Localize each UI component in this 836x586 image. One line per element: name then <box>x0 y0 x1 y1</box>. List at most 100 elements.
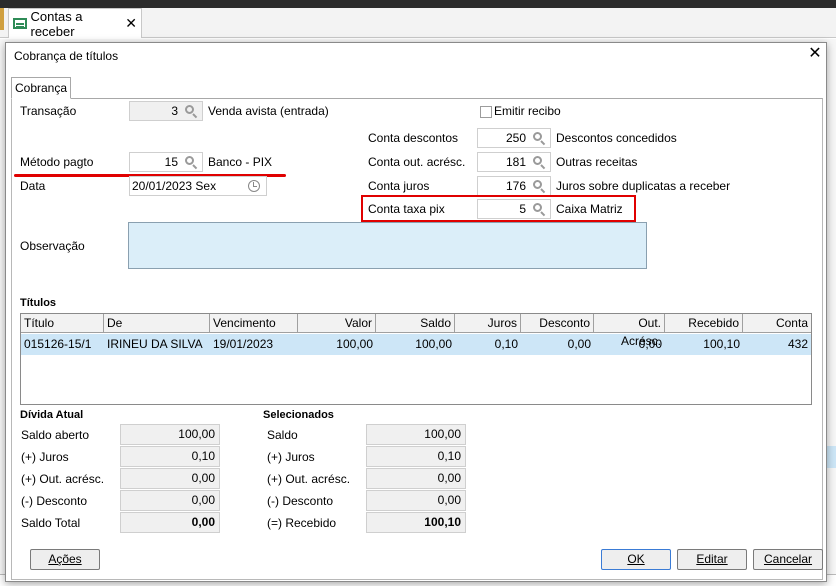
col-header-out-acresc[interactable]: Out. Acrésc. <box>594 314 665 348</box>
saldo-total-value: 0,00 <box>120 512 220 533</box>
col-header-saldo[interactable]: Saldo <box>376 314 455 333</box>
metodo-pagto-value: 15 <box>164 155 178 169</box>
sel-recebido-label: (=) Recebido <box>267 516 337 530</box>
conta-juros-desc: Juros sobre duplicatas a receber <box>556 179 731 193</box>
conta-out-acresc-label: Conta out. acrésc. <box>368 155 466 169</box>
search-icon[interactable] <box>532 202 546 217</box>
cell-saldo: 100,00 <box>415 337 452 351</box>
sel-saldo-label: Saldo <box>267 428 298 442</box>
data-value: 20/01/2023 Sex <box>132 179 217 193</box>
close-dialog-icon[interactable]: ✕ <box>806 45 824 63</box>
cancelar-button-label: Cancelar <box>763 552 813 566</box>
divida-out-acresc-label: (+) Out. acrésc. <box>21 472 105 486</box>
col-header-de[interactable]: De <box>104 314 210 333</box>
observacao-field[interactable] <box>128 222 647 269</box>
search-icon[interactable] <box>532 155 546 170</box>
cell-vencimento: 19/01/2023 <box>213 337 274 351</box>
col-header-titulo[interactable]: Título <box>21 314 104 333</box>
col-header-conta[interactable]: Conta <box>743 314 811 333</box>
cell-juros: 0,10 <box>494 337 518 351</box>
background-selected-row <box>826 446 836 468</box>
divida-juros-label: (+) Juros <box>21 450 69 464</box>
sel-desconto-label: (-) Desconto <box>267 494 334 508</box>
tab-cobranca[interactable]: Cobrança <box>11 77 71 99</box>
cobranca-dialog: Cobrança de títulos ✕ Cobrança Transação… <box>5 42 827 582</box>
tab-contas-a-receber[interactable]: Contas a receber ✕ <box>8 8 142 39</box>
acoes-button-label: Ações <box>48 552 82 566</box>
transacao-label: Transação <box>20 104 77 118</box>
top-bar <box>0 0 836 8</box>
sel-juros-value: 0,10 <box>366 446 466 467</box>
conta-juros-label: Conta juros <box>368 179 430 193</box>
editar-button-label: Editar <box>696 552 728 566</box>
emitir-recibo-checkbox[interactable] <box>480 106 492 118</box>
conta-descontos-value: 250 <box>505 131 526 145</box>
col-header-valor[interactable]: Valor <box>298 314 376 333</box>
conta-out-acresc-desc: Outras receitas <box>556 155 638 169</box>
cell-out-acresc: 0,00 <box>638 337 662 351</box>
col-header-juros[interactable]: Juros <box>455 314 521 333</box>
search-icon[interactable] <box>532 131 546 146</box>
acoes-button[interactable]: Ações <box>30 549 100 570</box>
conta-descontos-label: Conta descontos <box>368 131 459 145</box>
conta-out-acresc-field[interactable]: 181 <box>477 152 551 172</box>
tab-label: Contas a receber <box>30 8 83 39</box>
divida-atual-heading: Dívida Atual <box>20 409 84 421</box>
metodo-pagto-desc: Banco - PIX <box>208 155 273 169</box>
data-field[interactable]: 20/01/2023 Sex <box>129 176 267 196</box>
conta-taxa-pix-desc: Caixa Matriz <box>556 202 623 216</box>
spreadsheet-icon <box>13 18 27 29</box>
saldo-aberto-label: Saldo aberto <box>21 428 90 442</box>
titulos-table: Título De Vencimento Valor Saldo Juros D… <box>20 313 812 405</box>
cell-titulo: 015126-15/1 <box>24 337 92 351</box>
conta-descontos-desc: Descontos concedidos <box>556 131 677 145</box>
col-header-vencimento[interactable]: Vencimento <box>210 314 298 333</box>
cell-conta: 432 <box>787 337 808 351</box>
titulos-heading: Títulos <box>20 297 57 309</box>
saldo-aberto-value: 100,00 <box>120 424 220 445</box>
sel-out-acresc-label: (+) Out. acrésc. <box>267 472 351 486</box>
metodo-pagto-field[interactable]: 15 <box>129 152 203 172</box>
search-icon[interactable] <box>532 179 546 194</box>
conta-descontos-field[interactable]: 250 <box>477 128 551 148</box>
cell-recebido: 100,10 <box>703 337 740 351</box>
divida-out-acresc-value: 0,00 <box>120 468 220 489</box>
close-tab-icon[interactable]: ✕ <box>125 15 137 32</box>
sel-juros-label: (+) Juros <box>267 450 315 464</box>
transacao-field[interactable]: 3 <box>129 101 203 121</box>
sel-recebido-value: 100,10 <box>366 512 466 533</box>
sel-out-acresc-value: 0,00 <box>366 468 466 489</box>
conta-taxa-pix-value: 5 <box>519 202 526 216</box>
divida-desconto-value: 0,00 <box>120 490 220 511</box>
selecionados-heading: Selecionados <box>263 409 334 421</box>
conta-juros-field[interactable]: 176 <box>477 176 551 196</box>
cell-desconto: 0,00 <box>567 337 591 351</box>
conta-juros-value: 176 <box>505 179 526 193</box>
conta-out-acresc-value: 181 <box>505 155 526 169</box>
col-header-desconto[interactable]: Desconto <box>521 314 594 333</box>
conta-taxa-pix-field[interactable]: 5 <box>477 199 551 219</box>
metodo-pagto-label: Método pagto <box>20 155 94 169</box>
emitir-recibo-label: Emitir recibo <box>494 104 561 118</box>
ok-button-label: OK <box>627 552 645 566</box>
saldo-total-label: Saldo Total <box>21 516 81 530</box>
clock-icon[interactable] <box>248 180 260 192</box>
conta-taxa-pix-label: Conta taxa pix <box>368 202 445 216</box>
search-icon[interactable] <box>184 104 198 119</box>
observacao-label: Observação <box>20 239 85 253</box>
cell-valor: 100,00 <box>336 337 373 351</box>
document-tab-strip: Contas a receber ✕ <box>0 8 836 39</box>
editar-button[interactable]: Editar <box>677 549 747 570</box>
transacao-desc: Venda avista (entrada) <box>208 104 329 118</box>
divida-juros-value: 0,10 <box>120 446 220 467</box>
cell-de: IRINEU DA SILVA <box>107 337 203 351</box>
sel-desconto-value: 0,00 <box>366 490 466 511</box>
divida-desconto-label: (-) Desconto <box>21 494 88 508</box>
ok-button[interactable]: OK <box>601 549 671 570</box>
col-header-recebido[interactable]: Recebido <box>665 314 743 333</box>
cancelar-button[interactable]: Cancelar <box>753 549 823 570</box>
search-icon[interactable] <box>184 155 198 170</box>
dialog-title: Cobrança de títulos <box>14 49 119 63</box>
previous-tab-edge[interactable] <box>0 8 4 30</box>
sel-saldo-value: 100,00 <box>366 424 466 445</box>
